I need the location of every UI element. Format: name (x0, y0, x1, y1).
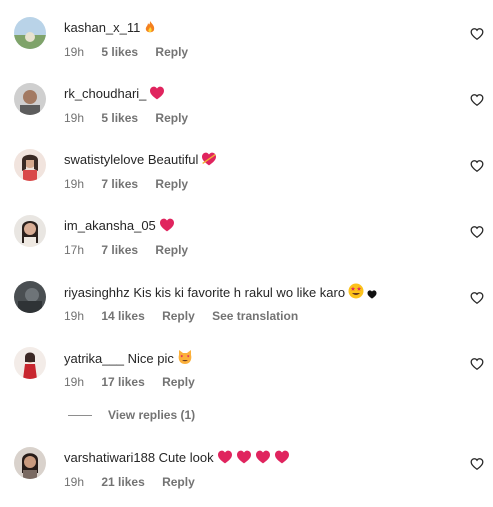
comment-likes[interactable]: 5 likes (101, 45, 138, 59)
like-heart-icon[interactable] (470, 27, 484, 41)
comment-username[interactable]: swatistylelove (64, 152, 144, 167)
comment-time: 19h (64, 309, 85, 323)
view-replies-button[interactable]: View replies (1) (68, 408, 195, 422)
reply-button[interactable]: Reply (162, 475, 195, 489)
comment-text: Nice pic (127, 351, 174, 366)
comment-item: rk_choudhari_ 19h 5 likes Reply (0, 83, 493, 143)
avatar[interactable] (14, 83, 46, 115)
comment-username[interactable]: rk_choudhari_ (64, 86, 146, 101)
like-heart-icon[interactable] (470, 357, 484, 371)
avatar[interactable] (14, 281, 46, 313)
heart-eyes-cat-emoji-icon (177, 349, 193, 370)
comment-likes[interactable]: 5 likes (101, 111, 138, 125)
avatar[interactable] (14, 215, 46, 247)
comment-likes[interactable]: 17 likes (101, 375, 144, 389)
reply-button[interactable]: Reply (155, 177, 188, 191)
reply-button[interactable]: Reply (155, 243, 188, 257)
avatar[interactable] (14, 447, 46, 479)
view-replies-label: View replies (1) (108, 408, 196, 422)
comment-username[interactable]: im_akansha_05 (64, 218, 156, 233)
comment-username[interactable]: yatrika___ (64, 351, 124, 366)
comment-item: swatistylelove Beautiful 19h 7 likes Rep… (0, 149, 493, 209)
comment-username[interactable]: varshatiwari188 (64, 450, 155, 465)
like-heart-icon[interactable] (470, 225, 484, 239)
like-heart-icon[interactable] (470, 93, 484, 107)
comment-text: Cute look (158, 450, 214, 465)
avatar[interactable] (14, 149, 46, 181)
red-heart-emoji-icon (236, 450, 252, 469)
reply-button[interactable]: Reply (155, 111, 188, 125)
like-heart-icon[interactable] (470, 457, 484, 471)
like-heart-icon[interactable] (470, 159, 484, 173)
red-heart-emoji-icon (274, 450, 290, 469)
red-heart-emoji-icon (159, 218, 175, 237)
reply-button[interactable]: Reply (162, 309, 195, 323)
comment-text: Beautiful (147, 152, 199, 167)
red-heart-emoji-icon (217, 450, 233, 469)
comment-time: 19h (64, 45, 85, 59)
comment-item: riyasinghhz Kis kis ki favorite h rakul … (0, 281, 493, 341)
comment-time: 19h (64, 111, 85, 125)
comment-time: 19h (64, 475, 85, 489)
comment-item: kashan_x_11 19h 5 likes Reply (0, 17, 493, 77)
avatar[interactable] (14, 17, 46, 49)
see-translation-link[interactable]: See translation (212, 309, 298, 323)
comment-time: 17h (64, 243, 85, 257)
comment-username[interactable]: kashan_x_11 (64, 20, 140, 35)
comment-item: im_akansha_05 17h 7 likes Reply (0, 215, 493, 275)
comment-time: 19h (64, 177, 85, 191)
reply-button[interactable]: Reply (155, 45, 188, 59)
star-struck-emoji-icon (348, 283, 364, 304)
comment-username[interactable]: riyasinghhz (64, 285, 130, 300)
comment-likes[interactable]: 14 likes (101, 309, 144, 323)
comment-likes[interactable]: 7 likes (101, 177, 138, 191)
red-heart-emoji-icon (255, 450, 271, 469)
reply-button[interactable]: Reply (162, 375, 195, 389)
comment-text: Kis kis ki favorite h rakul wo like karo (133, 285, 346, 300)
heart-with-arrow-emoji-icon (201, 152, 217, 171)
comment-likes[interactable]: 21 likes (101, 475, 144, 489)
replies-divider (68, 415, 92, 417)
comment-item: yatrika___ Nice pic 19h 17 likes Reply (0, 347, 493, 407)
comment-time: 19h (64, 375, 85, 389)
comment-likes[interactable]: 7 likes (101, 243, 138, 257)
like-heart-icon[interactable] (470, 291, 484, 305)
fire-emoji-icon (143, 20, 157, 39)
comment-item: varshatiwari188 Cute look 19h 21 likes R… (0, 447, 493, 507)
black-heart-emoji-icon (367, 286, 377, 304)
red-heart-emoji-icon (149, 86, 165, 105)
avatar[interactable] (14, 347, 46, 379)
